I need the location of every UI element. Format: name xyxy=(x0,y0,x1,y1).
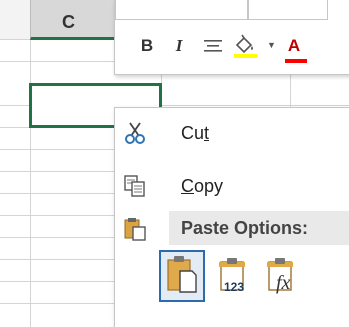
paste-options-header: Paste Options: xyxy=(169,211,349,245)
align-center-icon[interactable] xyxy=(201,33,225,59)
menu-label-cut: Cut xyxy=(181,122,210,143)
clipboard-icon xyxy=(123,217,147,241)
menu-label-copy: Copy xyxy=(181,175,224,196)
font-color-swatch xyxy=(285,59,307,63)
scissors-icon xyxy=(123,121,147,145)
font-size-field[interactable] xyxy=(248,0,328,20)
column-letter: C xyxy=(62,12,75,32)
font-color-label: A xyxy=(287,36,301,55)
menu-item-copy[interactable]: Copy xyxy=(115,170,349,202)
paste-options-label: Paste Options: xyxy=(181,217,309,238)
mini-toolbar: B I ▼ A xyxy=(114,0,349,75)
paste-formulas-button[interactable]: fx xyxy=(258,250,304,302)
column-header-b[interactable] xyxy=(0,0,30,40)
dropdown-arrow-icon[interactable]: ▼ xyxy=(267,40,276,50)
paste-values-icon: 123 xyxy=(216,256,250,296)
copy-icon xyxy=(123,174,147,198)
paste-default-button[interactable] xyxy=(159,250,205,302)
font-name-field[interactable] xyxy=(115,0,248,20)
fill-color-icon[interactable] xyxy=(230,33,260,59)
paste-icon xyxy=(165,254,199,299)
paste-formulas-text: fx xyxy=(276,272,291,294)
menu-item-cut[interactable]: Cut xyxy=(115,117,349,149)
paste-values-text: 123 xyxy=(224,280,245,294)
context-menu: Cut Copy Paste Options: 123 fx xyxy=(114,107,349,327)
paste-values-button[interactable]: 123 xyxy=(210,250,256,302)
font-color-button[interactable]: A xyxy=(282,33,306,59)
italic-button[interactable]: I xyxy=(169,33,189,59)
bold-button[interactable]: B xyxy=(137,33,157,59)
paste-formulas-icon: fx xyxy=(264,256,298,296)
